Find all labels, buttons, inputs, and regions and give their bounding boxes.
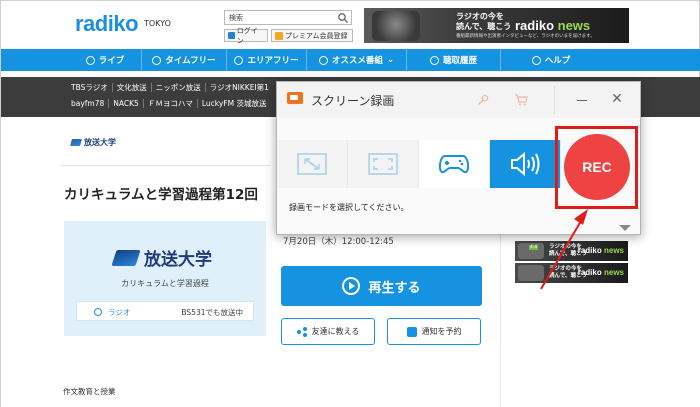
premium-label: プレミアム会員登録	[285, 31, 348, 40]
station-link[interactable]: ニッポン放送	[150, 83, 205, 92]
recorder-app-icon	[287, 92, 303, 104]
mode-selector	[277, 140, 561, 188]
broadcast-time: 7月20日（木）12:00-12:45	[283, 237, 394, 247]
game-mode-button[interactable]	[419, 140, 490, 188]
notification-icon	[406, 326, 417, 337]
station-link[interactable]: LuckyFM 茨城放送	[196, 99, 271, 108]
side-banner-brand: radiko news	[577, 246, 624, 255]
station-link[interactable]: ラジオNIKKEI第1	[204, 83, 273, 92]
radio-label: ラジオ	[108, 308, 131, 317]
play-button[interactable]: 再生する	[281, 266, 482, 306]
share-icon	[296, 327, 307, 337]
star-icon	[318, 55, 328, 65]
description-label: 作文教育と授業	[63, 387, 116, 396]
share-button[interactable]: 友達に教える	[281, 318, 375, 345]
program-subtitle: カリキュラムと学習過程	[121, 279, 209, 288]
chevron-down-icon: ⌄	[386, 55, 395, 65]
nav-live[interactable]: ライブ	[69, 49, 142, 71]
search-box	[224, 10, 352, 25]
cart-icon[interactable]	[514, 94, 528, 106]
clock-check-icon	[152, 55, 162, 65]
region-capture-icon	[297, 153, 327, 175]
login-button[interactable]: ログイン	[224, 27, 268, 45]
nav-areafree[interactable]: エリアフリー	[227, 49, 307, 71]
gamepad-icon	[438, 155, 470, 174]
broadcast-info: ラジオ BS531でも放送中	[76, 301, 254, 321]
station-link[interactable]: 文化放送	[111, 83, 151, 92]
program-logo-mark	[111, 249, 141, 266]
premium-icon	[275, 31, 283, 40]
microphone-image	[372, 11, 420, 41]
program-logo: 放送大学	[111, 245, 212, 270]
radiko-logo[interactable]: radiko	[75, 11, 139, 37]
browser-page: radiko TOKYO ログイン プレミアム会員登録 ラジオの今を 読んで、聴…	[0, 0, 700, 407]
microphone-image	[518, 265, 544, 281]
titlebar-separator	[554, 86, 555, 114]
reserve-notification-button[interactable]: 通知を予約	[387, 318, 481, 345]
nav-help[interactable]: ヘルプ	[501, 49, 601, 71]
radio-icon	[94, 308, 102, 316]
nav-timefree[interactable]: タイムフリー	[142, 49, 227, 71]
help-icon	[531, 55, 541, 65]
history-icon	[429, 55, 439, 65]
banner-tag: 4.4	[529, 245, 539, 250]
station-link[interactable]: NACK5	[108, 99, 143, 108]
play-icon	[342, 277, 361, 295]
wifi-icon	[85, 55, 95, 65]
recorder-titlebar[interactable]: スクリーン録画 ✕	[277, 82, 640, 118]
lock-icon	[228, 32, 235, 39]
station-link[interactable]: ＦＭヨコハマ	[142, 99, 197, 108]
login-label: ログイン	[236, 26, 258, 45]
map-icon	[234, 55, 244, 65]
minimize-button[interactable]	[574, 90, 590, 108]
mode-instruction: 録画モードを選択してください。	[289, 203, 409, 212]
radiko-news-banner[interactable]: ラジオの今を 読んで、聴こう 番組最新情報や出演者インタビューなど、ラジオのいま…	[364, 8, 629, 43]
main-nav: ライブ タイムフリー エリアフリー オススメ番組 ⌄ 聴取履歴 ヘルプ	[1, 49, 700, 71]
close-button[interactable]: ✕	[609, 90, 625, 108]
station-link[interactable]: bayfm78	[67, 99, 108, 108]
search-input[interactable]	[225, 11, 333, 24]
broadcast-note: BS531でも放送中	[181, 308, 243, 317]
program-card: 放送大学 カリキュラムと学習過程 ラジオ BS531でも放送中	[64, 221, 266, 336]
search-icon[interactable]	[337, 12, 349, 24]
expand-triangle-icon[interactable]	[619, 225, 631, 231]
premium-register-button[interactable]: プレミアム会員登録	[271, 29, 353, 42]
divider	[61, 165, 271, 166]
station-link[interactable]: TBSラジオ	[67, 83, 112, 92]
screen-recorder-window: スクリーン録画 ✕ 録画モードを選択してください。 REC	[276, 81, 641, 235]
station-logo[interactable]: 放送大学	[70, 137, 116, 148]
side-banner[interactable]: ラジオの今を 読んで、聴こう radiko news	[515, 263, 628, 283]
region-mode-button[interactable]	[277, 140, 348, 188]
fullscreen-icon	[368, 153, 398, 175]
speaker-icon	[511, 151, 540, 177]
station-logo-mark	[70, 139, 82, 146]
banner-subtext: 番組最新情報や出演者インタビューなど、ラジオのいまを届けます。	[456, 34, 595, 39]
rec-highlight-box	[555, 126, 638, 209]
recorder-title: スクリーン録画	[311, 94, 395, 108]
banner-headline: ラジオの今を 読んで、聴こう	[456, 12, 512, 31]
nav-history[interactable]: 聴取履歴	[407, 49, 501, 71]
nav-recommended[interactable]: オススメ番組 ⌄	[307, 49, 407, 71]
audio-mode-button[interactable]	[490, 140, 561, 188]
side-banner-brand: radiko news	[577, 268, 624, 277]
banner-brand: radiko news	[515, 18, 591, 33]
key-icon[interactable]	[477, 94, 489, 106]
program-title: カリキュラムと学習過程第12回	[64, 187, 258, 203]
side-banner[interactable]: 4.4 ラジオの今を 読んで、聴こう radiko news	[515, 241, 628, 261]
area-label: TOKYO	[144, 19, 171, 28]
fullscreen-mode-button[interactable]	[348, 140, 419, 188]
